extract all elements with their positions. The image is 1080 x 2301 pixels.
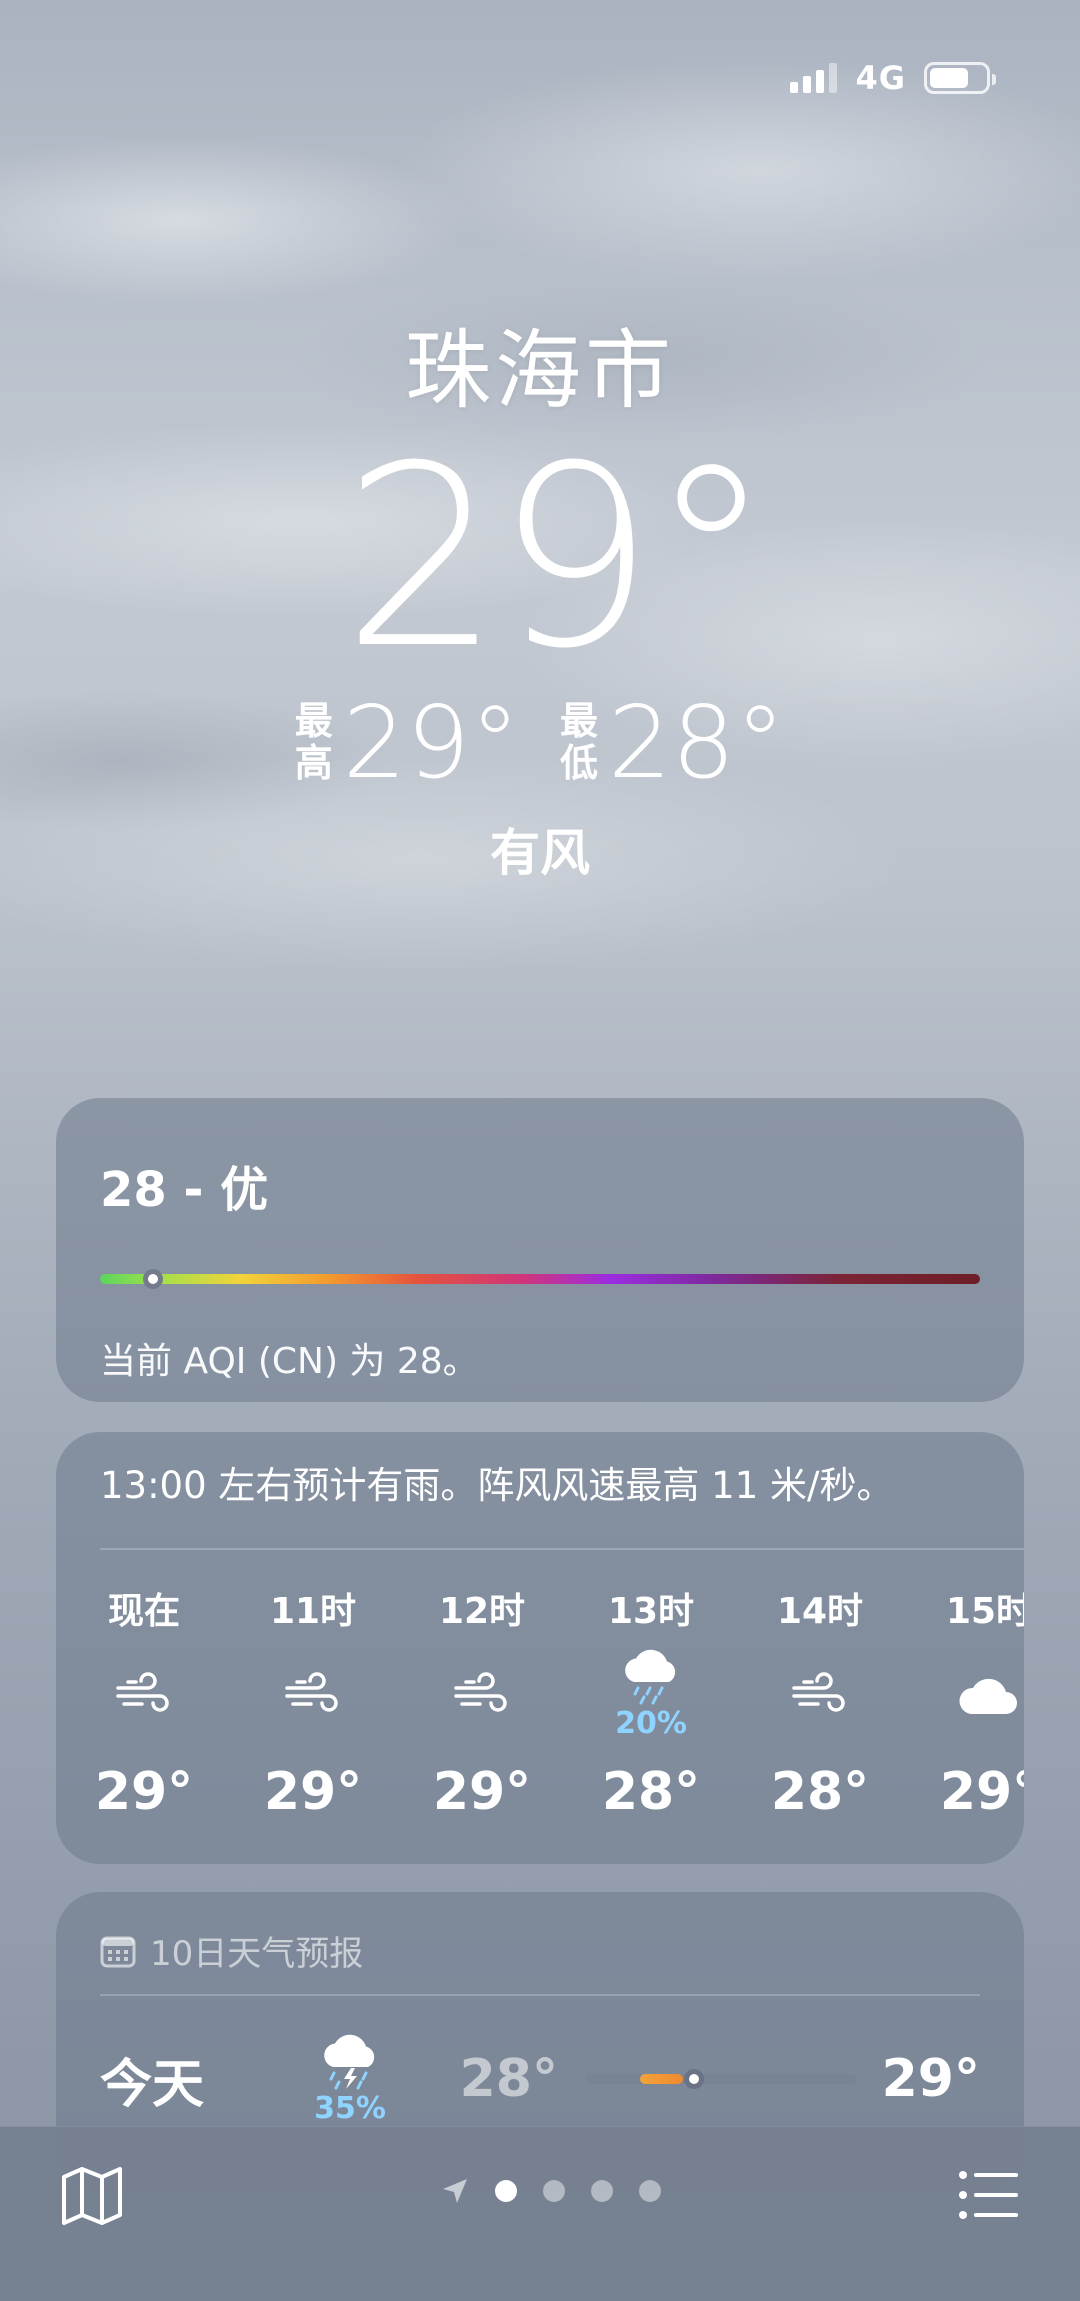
hour-icon xyxy=(790,1646,850,1742)
hour-item-inner: 15时 29° xyxy=(940,1582,1024,1822)
cloud-rain-icon xyxy=(625,1649,676,1704)
hour-icon xyxy=(114,1646,174,1742)
divider xyxy=(100,1548,1024,1550)
status-bar: 4G xyxy=(790,56,996,100)
list-icon[interactable] xyxy=(958,2167,1020,2223)
high-value: 29° xyxy=(342,684,520,801)
hour-temperature: 28° xyxy=(770,1762,870,1822)
day-weather: 35% xyxy=(280,2033,420,2126)
daily-header: 10日天气预报 xyxy=(56,1892,1024,1975)
label-char: 高 xyxy=(294,741,333,785)
hour-item-inner: 11时 29° xyxy=(264,1582,362,1822)
hour-temperature: 29° xyxy=(94,1762,194,1822)
weather-condition: 有风 xyxy=(490,824,590,882)
hour-label: 12时 xyxy=(438,1591,526,1632)
divider xyxy=(100,1994,980,1996)
hour-label: 14时 xyxy=(776,1591,864,1632)
thunderstorm-icon xyxy=(324,2034,375,2089)
hour-label: 11时 xyxy=(269,1591,357,1632)
current-weather: 珠海市 29° 最高 29° 最低 28° 有风 xyxy=(0,300,1080,885)
high-temperature: 最高 29° xyxy=(295,693,520,793)
wind-icon xyxy=(454,1672,507,1712)
day-high: 29° xyxy=(881,2049,980,2109)
current-temperature: 29° xyxy=(342,412,773,703)
hour-item[interactable]: 11时 29° xyxy=(264,1582,438,1822)
temperature-range-bar xyxy=(586,2069,856,2089)
cellular-signal-icon xyxy=(790,63,838,93)
hour-temperature: 29° xyxy=(263,1762,363,1822)
hour-item-inner: 12时 29° xyxy=(433,1582,531,1822)
aqi-indicator xyxy=(142,1269,163,1289)
temperature-range-fill xyxy=(640,2074,684,2084)
bottom-toolbar xyxy=(0,2126,1080,2301)
label-char: 最 xyxy=(560,699,599,744)
current-temperature-marker xyxy=(684,2069,704,2089)
page-dot[interactable] xyxy=(591,2180,613,2202)
low-temperature: 最低 28° xyxy=(560,693,785,793)
hour-temperature: 28° xyxy=(601,1762,701,1822)
hour-item-inner: 现在 29° xyxy=(95,1582,193,1822)
low-label: 最低 xyxy=(560,699,599,785)
day-low: 28° xyxy=(459,2049,558,2109)
precip-chance: 20% xyxy=(615,1705,687,1741)
label-char: 最 xyxy=(294,699,333,744)
daily-header-label: 10日天气预报 xyxy=(150,1934,364,1974)
battery-icon xyxy=(924,62,996,94)
hour-item[interactable]: 13时 20% 28° xyxy=(602,1582,776,1822)
aqi-title: 28 - 优 xyxy=(100,1162,269,1218)
page-indicator[interactable] xyxy=(0,2177,1080,2205)
wind-icon xyxy=(792,1672,845,1712)
hour-item[interactable]: 15时 29° xyxy=(940,1582,1024,1822)
calendar-icon xyxy=(100,1936,136,1967)
hour-icon: 20% xyxy=(615,1646,687,1742)
city-name: 珠海市 xyxy=(405,321,675,421)
hour-item[interactable]: 14时 28° xyxy=(771,1582,945,1822)
air-quality-card[interactable]: 28 - 优 当前 AQI (CN) 为 28。 xyxy=(56,1098,1024,1402)
hourly-forecast-card[interactable]: 13:00 左右预计有雨。阵风风速最高 11 米/秒。 现在 29° 11时 29° 1… xyxy=(56,1432,1024,1864)
hour-icon xyxy=(956,1646,1022,1742)
hourly-summary: 13:00 左右预计有雨。阵风风速最高 11 米/秒。 xyxy=(100,1464,894,1507)
hour-temperature: 29° xyxy=(939,1762,1024,1822)
hour-label: 13时 xyxy=(607,1591,695,1632)
aqi-description: 当前 AQI (CN) 为 28。 xyxy=(100,1341,479,1382)
hour-icon xyxy=(283,1646,343,1742)
hour-label: 15时 xyxy=(945,1591,1024,1632)
hour-item[interactable]: 12时 29° xyxy=(433,1582,607,1822)
network-type: 4G xyxy=(855,59,906,97)
page-dot[interactable] xyxy=(495,2180,517,2202)
high-label: 最高 xyxy=(294,699,333,785)
wind-icon xyxy=(116,1672,169,1712)
high-low: 最高 29° 最低 28° xyxy=(0,693,1080,793)
precip-chance: 35% xyxy=(314,2090,386,2126)
page-dot[interactable] xyxy=(543,2180,565,2202)
hour-item-inner: 14时 28° xyxy=(771,1582,869,1822)
hour-label: 现在 xyxy=(107,1591,180,1632)
hourly-list[interactable]: 现在 29° 11时 29° 12时 29° 13时 20% 28° 14时 28° 15时 29° xyxy=(95,1582,1024,1822)
hour-icon xyxy=(452,1646,512,1742)
day-name: 今天 xyxy=(100,2054,205,2115)
wind-icon xyxy=(285,1672,338,1712)
low-value: 28° xyxy=(608,684,786,801)
hour-temperature: 29° xyxy=(432,1762,532,1822)
cloud-icon xyxy=(959,1678,1017,1714)
aqi-scale-bar xyxy=(100,1269,980,1289)
hour-item-inner: 13时 20% 28° xyxy=(602,1582,700,1822)
day-row[interactable]: 今天 35% 28° 29° xyxy=(100,2024,980,2134)
label-char: 低 xyxy=(560,741,599,785)
page-dot[interactable] xyxy=(639,2180,661,2202)
hour-item[interactable]: 现在 29° xyxy=(95,1582,269,1822)
location-arrow-icon[interactable] xyxy=(441,2177,469,2205)
